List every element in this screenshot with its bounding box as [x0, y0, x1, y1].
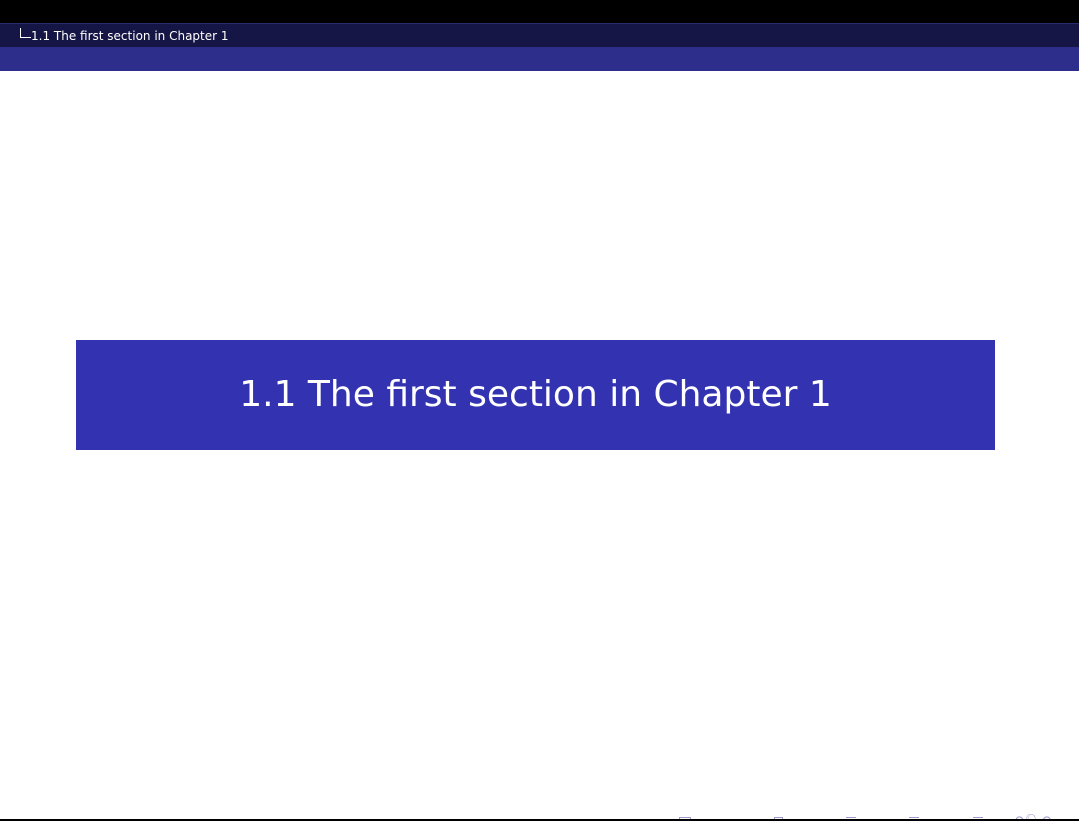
- breadcrumb: 1.1 The first section in Chapter 1: [0, 23, 1079, 48]
- top-black-bar: [0, 0, 1079, 23]
- breadcrumb-label[interactable]: 1.1 The first section in Chapter 1: [31, 29, 229, 43]
- section-title: 1.1 The first section in Chapter 1: [239, 374, 832, 415]
- slide: 1.1 The first section in Chapter 1 1.1 T…: [0, 0, 1079, 821]
- header-sub-bar: [0, 47, 1079, 71]
- tree-branch-icon: [20, 28, 31, 38]
- section-title-box: 1.1 The first section in Chapter 1: [76, 340, 995, 450]
